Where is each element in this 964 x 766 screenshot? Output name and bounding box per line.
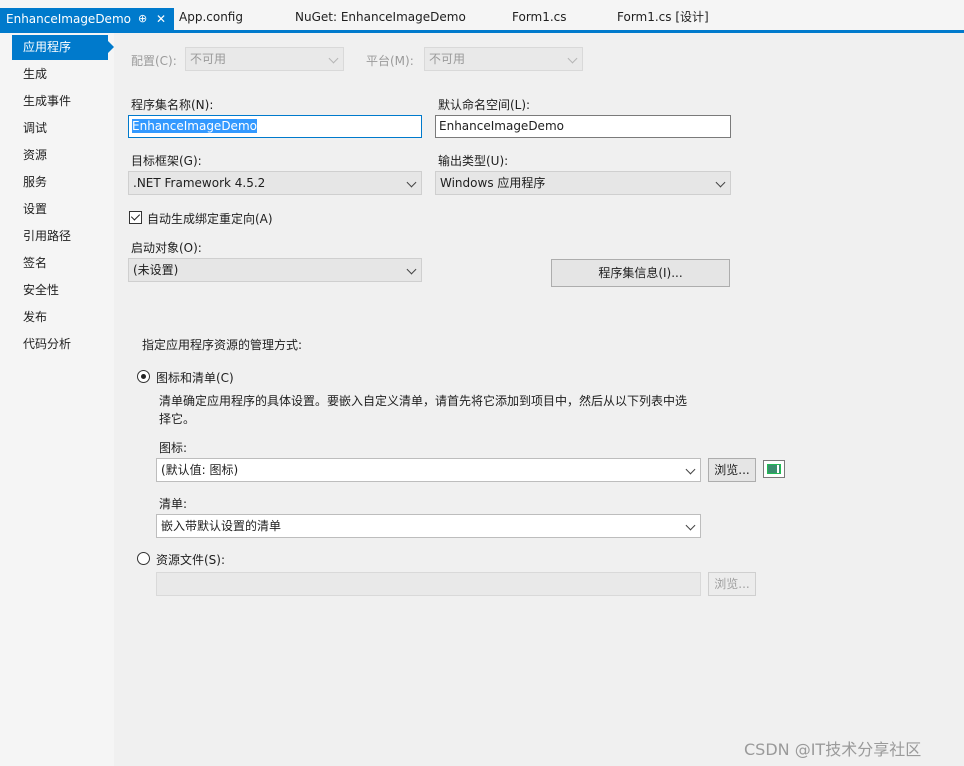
target-framework-value: .NET Framework 4.5.2 <box>133 176 266 190</box>
sidebar-item-code-analysis[interactable]: 代码分析 <box>12 332 108 357</box>
chevron-down-icon <box>685 520 696 531</box>
radio-dot <box>141 374 146 379</box>
tab-app-config[interactable]: App.config <box>179 6 243 28</box>
tab-label: Form1.cs [设计] <box>617 10 709 24</box>
document-tab-bar: EnhanceImageDemo ⊕ ✕ App.config NuGet: E… <box>0 0 964 34</box>
manifest-value: 嵌入带默认设置的清单 <box>161 519 282 533</box>
auto-binding-checkbox[interactable] <box>129 211 142 224</box>
icon-manifest-label[interactable]: 图标和清单(C) <box>156 369 234 386</box>
output-type-label: 输出类型(U): <box>438 154 509 168</box>
output-type-dropdown[interactable]: Windows 应用程序 <box>435 171 731 195</box>
tab-enhance-image-demo[interactable]: EnhanceImageDemo ⊕ ✕ <box>0 8 174 30</box>
icon-value: (默认值: 图标) <box>161 463 239 477</box>
sidebar-item-reference-paths[interactable]: 引用路径 <box>12 224 108 249</box>
platform-value: 不可用 <box>429 52 466 66</box>
pin-icon[interactable]: ⊕ <box>138 8 147 30</box>
icon-dropdown[interactable]: (默认值: 图标) <box>156 458 701 482</box>
sidebar-item-application[interactable]: 应用程序 <box>12 35 108 60</box>
resource-file-field[interactable] <box>156 572 701 596</box>
checkmark-icon <box>130 211 141 221</box>
auto-binding-label[interactable]: 自动生成绑定重定向(A) <box>147 210 273 227</box>
manifest-description-line1: 清单确定应用程序的具体设置。要嵌入自定义清单，请首先将它添加到项目中，然后从以下… <box>159 394 688 408</box>
assembly-name-label: 程序集名称(N): <box>131 98 214 112</box>
manifest-description-line2: 择它。 <box>159 412 196 426</box>
namespace-label: 默认命名空间(L): <box>438 98 531 112</box>
chevron-down-icon <box>715 177 726 188</box>
namespace-field[interactable]: EnhanceImageDemo <box>435 115 731 138</box>
chevron-down-icon <box>406 177 417 188</box>
assembly-info-button[interactable]: 程序集信息(I)... <box>551 259 730 287</box>
resources-heading: 指定应用程序资源的管理方式: <box>142 338 303 352</box>
startup-object-value: (未设置) <box>133 263 179 277</box>
sidebar-item-settings[interactable]: 设置 <box>12 197 108 222</box>
platform-label: 平台(M): <box>366 54 414 68</box>
startup-object-dropdown[interactable]: (未设置) <box>128 258 422 282</box>
startup-object-label: 启动对象(O): <box>131 241 202 255</box>
target-framework-label: 目标框架(G): <box>131 154 202 168</box>
tab-nuget[interactable]: NuGet: EnhanceImageDemo <box>295 6 466 28</box>
manifest-dropdown[interactable]: 嵌入带默认设置的清单 <box>156 514 701 538</box>
target-framework-dropdown[interactable]: .NET Framework 4.5.2 <box>128 171 422 195</box>
chevron-down-icon <box>567 53 578 64</box>
sidebar-item-publish[interactable]: 发布 <box>12 305 108 330</box>
close-icon[interactable]: ✕ <box>156 8 166 30</box>
application-page: 配置(C): 不可用 平台(M): 不可用 程序集名称(N): EnhanceI… <box>114 33 964 766</box>
tab-form1-cs[interactable]: Form1.cs <box>512 6 567 28</box>
property-sidebar: 应用程序 生成 生成事件 调试 资源 服务 设置 引用路径 签名 安全性 发布 … <box>0 33 114 766</box>
app-icon-preview <box>763 460 785 478</box>
sidebar-item-build[interactable]: 生成 <box>12 62 108 87</box>
tab-label: EnhanceImageDemo <box>6 12 131 26</box>
resource-file-label[interactable]: 资源文件(S): <box>156 551 225 568</box>
sidebar-item-debug[interactable]: 调试 <box>12 116 108 141</box>
watermark: CSDN @IT技术分享社区 <box>744 740 922 759</box>
sidebar-item-signing[interactable]: 签名 <box>12 251 108 276</box>
sidebar-item-build-events[interactable]: 生成事件 <box>12 89 108 114</box>
config-label: 配置(C): <box>131 54 177 68</box>
manifest-label: 清单: <box>159 497 188 511</box>
icon-label: 图标: <box>159 441 188 455</box>
tab-form1-design[interactable]: Form1.cs [设计] <box>617 6 709 28</box>
assembly-name-field[interactable]: EnhanceImageDemo <box>128 115 422 138</box>
namespace-value: EnhanceImageDemo <box>439 119 564 133</box>
sidebar-item-resources[interactable]: 资源 <box>12 143 108 168</box>
tab-label: NuGet: EnhanceImageDemo <box>295 10 466 24</box>
chevron-down-icon <box>406 264 417 275</box>
window-icon-bar <box>777 465 779 473</box>
assembly-name-value: EnhanceImageDemo <box>132 119 257 133</box>
sidebar-item-services[interactable]: 服务 <box>12 170 108 195</box>
resource-file-radio[interactable] <box>137 552 150 565</box>
chevron-down-icon <box>328 53 339 64</box>
icon-manifest-radio[interactable] <box>137 370 150 383</box>
tab-label: Form1.cs <box>512 10 567 24</box>
output-type-value: Windows 应用程序 <box>440 176 546 190</box>
tab-label: App.config <box>179 10 243 24</box>
config-dropdown[interactable]: 不可用 <box>185 47 344 71</box>
sidebar-item-security[interactable]: 安全性 <box>12 278 108 303</box>
platform-dropdown[interactable]: 不可用 <box>424 47 583 71</box>
browse-resource-button[interactable]: 浏览... <box>708 572 756 596</box>
chevron-down-icon <box>685 464 696 475</box>
config-value: 不可用 <box>190 52 227 66</box>
browse-icon-button[interactable]: 浏览... <box>708 458 756 482</box>
